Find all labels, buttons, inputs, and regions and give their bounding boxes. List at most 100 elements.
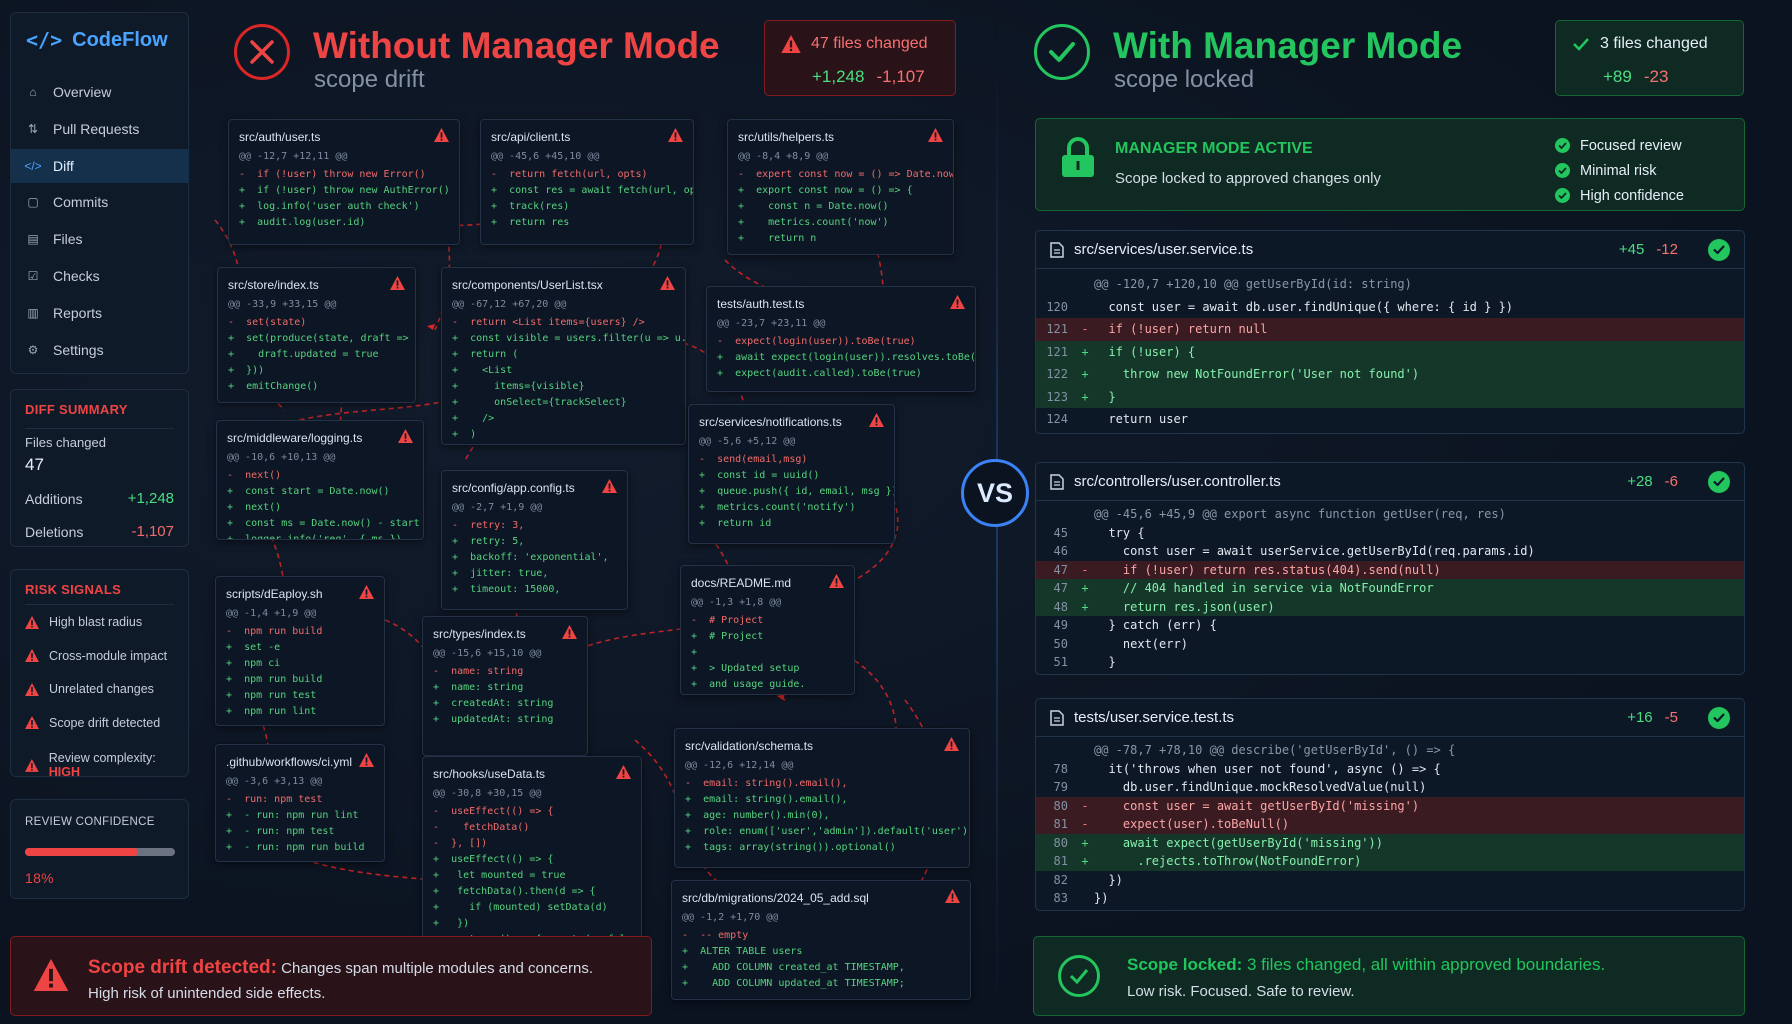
drift-file-card[interactable]: docs/README.md @@ -1,3 +1,8 @@ - # Project… [680,565,855,695]
locked-file-card[interactable]: src/controllers/user.controller.ts +28 -6 @… [1035,462,1745,675]
diff-row: 83}) [1036,889,1744,908]
drift-file-card[interactable]: .github/workflows/ci.yml @@ -3,6 +3,13 @@… [215,744,385,862]
file-additions: +45 [1618,241,1645,258]
drift-file-card[interactable]: src/auth/user.ts @@ -12,7 +12,11 @@ - if (… [228,119,460,245]
file-name: src/services/notifications.ts [699,414,842,429]
drift-file-card[interactable]: tests/auth.test.ts @@ -23,7 +23,11 @@ - ex… [706,286,976,392]
line-number: 121 [1046,322,1068,337]
diff-line: + return id [699,516,884,532]
diff-marker: + [1081,389,1089,404]
right-title: With Manager Mode [1113,25,1463,66]
diff-code: useEffect(() => { [439,806,554,817]
diff-line: + age: number().min(0), [685,808,959,824]
hunk-header: @@ -12,6 +12,14 @@ [685,760,794,771]
diff-code: - run: npm test [232,826,335,837]
file-icon [1050,709,1064,726]
warning-icon [668,128,683,145]
code-text: if (!user) return res.status(404).send(n… [1094,562,1441,577]
diff-line: + ALTER TABLE users [682,944,960,960]
nav-item-overview[interactable]: ⌂ Overview [11,75,189,109]
code-text: if (!user) return null [1094,322,1268,337]
file-header: tests/user.service.test.ts +16 -5 [1036,699,1744,737]
file-additions: +16 [1627,709,1653,726]
diff-code: return n [744,233,817,244]
diff-code: set -e [232,642,281,653]
active-check-label: High confidence [1580,187,1684,204]
nav-item-diff[interactable]: </> Diff [11,148,189,183]
risk-signals-title: RISK SIGNALS [25,582,122,597]
nav-item-commits[interactable]: ▢ Commits [11,185,189,219]
drift-file-card[interactable]: src/hooks/useData.ts @@ -30,8 +30,15 @@ - … [422,756,642,956]
drift-file-card[interactable]: src/db/migrations/2024_05_add.sql @@ -1,2… [671,880,971,1000]
code-text: if (!user) { [1094,344,1196,359]
nav-item-checks[interactable]: ☑ Checks [11,259,189,293]
diff-marker: - [1081,817,1089,832]
line-number: 46 [1053,544,1068,559]
diff-line: + const res = await fetch(url, opts) [491,183,693,199]
diff-code: return <List items={users} /> [458,317,645,328]
hunk-header: @@ -15,6 +15,10 @@ [433,648,542,659]
code-text: next(err) [1094,636,1188,651]
file-name: src/db/migrations/2024_05_add.sql [682,890,869,905]
diff-code: await expect(login(user)).resolves.toBe(… [735,352,976,363]
line-number: 47 [1053,581,1068,596]
diff-line: + - run: npm run lint [226,808,374,824]
diff-code: role: enum(['user','admin']).default('us… [691,826,970,837]
diff-code: send(email,msg) [705,454,808,465]
hunk-header: @@ -10,6 +10,13 @@ [227,452,336,463]
diff-row: 121- if (!user) return null [1036,318,1744,341]
code-text: } [1094,655,1116,670]
diff-line: + return ( [452,347,675,363]
drift-file-card[interactable]: src/services/notifications.ts @@ -5,6 +5,… [688,404,895,544]
diff-line: - email: string().email(), [685,776,959,792]
nav-item-pull-requests[interactable]: ⇅ Pull Requests [11,112,189,146]
hunk-header: @@ -12,7 +12,11 @@ [239,151,348,162]
nav-item-reports[interactable]: ▥ Reports [11,296,189,330]
deletions-value: -1,107 [131,523,174,540]
nav-label: Diff [53,157,74,174]
diff-row: 79 db.user.findUnique.mockResolvedValue(… [1036,778,1744,797]
approved-check-icon [1708,706,1730,729]
diff-code: return ( [458,349,519,360]
drift-file-card[interactable]: src/utils/helpers.ts @@ -8,4 +8,9 @@ - exp… [727,119,954,255]
diff-code: let mounted = true [439,870,566,881]
diff-code: if (mounted) setData(d) [439,902,608,913]
diff-line: + const visible = users.filter(u => u.ac… [452,331,685,347]
drift-file-card[interactable]: src/store/index.ts @@ -33,9 +33,15 @@ - se… [217,267,416,403]
settings-icon: ⚙ [27,342,39,357]
locked-file-card[interactable]: tests/user.service.test.ts +16 -5 @@ -78,7 … [1035,698,1745,911]
code-text: const user = await db.user.findUnique({ … [1094,299,1514,314]
file-deletions: -12 [1656,241,1678,258]
diff-line: - }, []) [433,836,631,852]
drift-file-card[interactable]: src/validation/schema.ts @@ -12,6 +12,14 … [674,728,970,868]
drift-file-card[interactable]: src/middleware/logging.ts @@ -10,6 +10,13… [216,420,424,540]
line-number: 123 [1046,389,1068,404]
hunk-header: @@ -5,6 +5,12 @@ [699,436,796,447]
code-text: }) [1094,872,1123,887]
nav-item-files[interactable]: ▤ Files [11,222,189,256]
locked-file-card[interactable]: src/services/user.service.ts +45 -12 @@ -12… [1035,230,1745,434]
diff-code: set(produce(state, draft => { [234,333,416,344]
diff-line: + - run: npm test [226,824,374,840]
line-number: 48 [1053,599,1068,614]
app-logo[interactable]: </> CodeFlow [26,28,168,52]
risk-item-complexity: Review complexity: HIGH [25,751,188,779]
left-files-badge: 47 files changed +1,248 -1,107 [764,20,956,96]
diff-code: ADD COLUMN updated_at TIMESTAMP; [688,978,905,989]
drift-file-card[interactable]: src/config/app.config.ts @@ -2,7 +1,9 @@ -… [441,470,628,610]
drift-file-card[interactable]: src/api/client.ts @@ -45,6 +45,10 @@ - ret… [480,119,694,245]
diff-line: + createdAt: string [433,696,577,712]
diff-line: + - run: npm run build [226,840,374,856]
file-name: src/api/client.ts [491,129,571,144]
diff-row: 80 + await expect(getUserById('missing')) [1036,833,1744,852]
drift-file-card[interactable]: scripts/dEaploy.sh @@ -1,4 +1,9 @@ - npm r… [215,576,385,726]
check-icon [1555,163,1570,178]
drift-file-card[interactable]: src/components/UserList.tsx @@ -67,12 +67… [441,267,686,445]
drift-file-card[interactable]: src/types/index.ts @@ -15,6 +15,10 @@ - na… [422,616,588,756]
diff-row: 47 + // 404 handled in service via NotFou… [1036,579,1744,598]
line-number: 122 [1046,367,1068,382]
app-name: CodeFlow [72,28,168,51]
nav-item-settings[interactable]: ⚙ Settings [11,333,189,367]
file-deletions: -5 [1664,709,1678,726]
diff-row: 81 + .rejects.toThrow(NotFoundError) [1036,852,1744,871]
